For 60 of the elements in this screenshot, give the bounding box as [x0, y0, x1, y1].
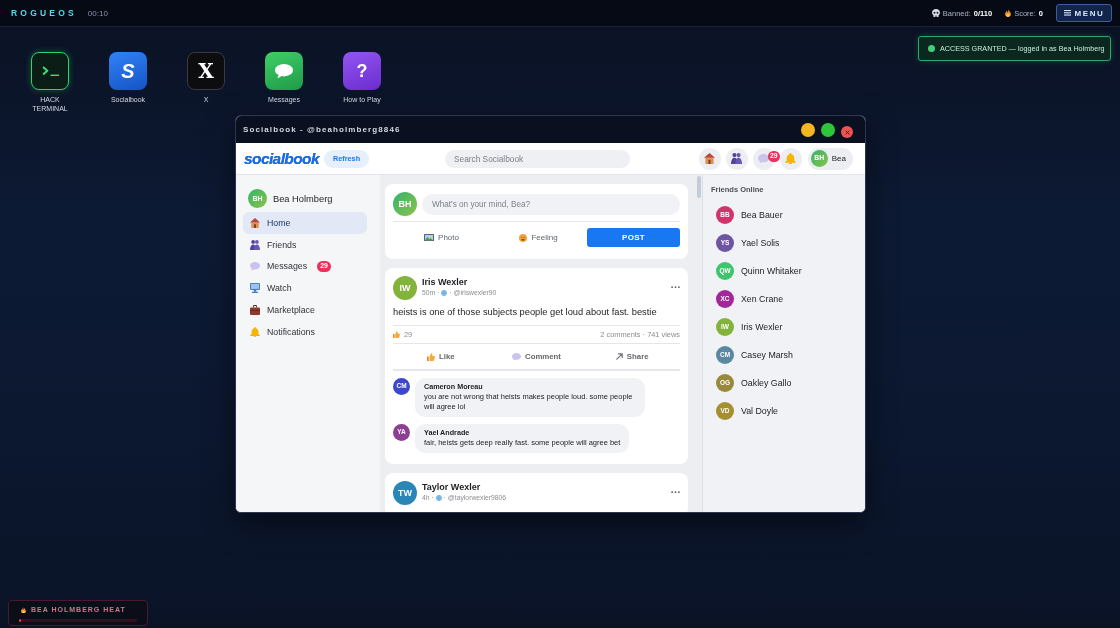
speech-bubble-icon — [250, 262, 260, 271]
post-button[interactable]: POST — [587, 228, 680, 247]
sidebar-item[interactable]: Home — [243, 212, 367, 234]
speech-bubble-icon — [512, 352, 521, 361]
house-icon — [250, 217, 260, 228]
app-tile[interactable]: S — [109, 52, 147, 90]
author-name[interactable]: Iris Wexler — [422, 277, 468, 288]
avatar: BH — [393, 192, 417, 216]
socialbook-logo[interactable]: socialbook — [244, 149, 319, 168]
feeling-button[interactable]: Feeling — [490, 228, 587, 247]
speech-bubble-icon — [758, 153, 770, 164]
house-icon — [704, 153, 716, 164]
window-title: Socialbook - @beaholmberg8846 — [243, 125, 401, 134]
photo-icon — [424, 233, 435, 242]
bell-icon — [250, 326, 260, 338]
people-icon — [731, 153, 743, 164]
thumbs-up-icon — [427, 352, 436, 361]
flame-icon — [1005, 9, 1012, 17]
sidebar-item[interactable]: Notifications — [243, 321, 367, 343]
home-button[interactable] — [698, 147, 721, 170]
close-button[interactable] — [841, 126, 853, 138]
avatar: TW — [393, 481, 417, 505]
post-input[interactable]: What's on your mind, Bea? — [422, 193, 680, 215]
skull-icon — [931, 9, 940, 17]
maximize-button[interactable] — [821, 122, 835, 137]
sidebar-item[interactable]: Marketplace — [243, 299, 367, 321]
profile-name[interactable]: Bea Holmberg — [273, 193, 333, 204]
people-icon — [250, 239, 260, 250]
brand-name: ROGUEOS — [11, 8, 77, 18]
clock: 00:10 — [87, 8, 108, 18]
smiley-icon — [519, 233, 528, 242]
globe-icon — [441, 290, 448, 296]
tv-icon — [250, 283, 260, 294]
app-tile[interactable] — [31, 52, 69, 90]
sidebar-item[interactable]: Watch — [243, 277, 367, 300]
sidebar-item[interactable]: Friends — [243, 233, 367, 256]
menu-icon — [1063, 10, 1071, 16]
post-text: heists is one of those subjects people get loud about fast. bestie — [393, 307, 657, 318]
more-options-icon[interactable] — [671, 286, 680, 289]
close-icon — [844, 129, 850, 135]
avatar: IW — [393, 276, 417, 300]
briefcase-icon — [250, 305, 260, 316]
minimize-button[interactable] — [801, 122, 815, 137]
app-tile[interactable]: X — [187, 52, 225, 90]
globe-icon — [435, 495, 442, 501]
friends-button[interactable] — [725, 147, 748, 170]
thumbs-up-icon — [393, 331, 400, 338]
app-tile[interactable]: ? — [343, 52, 381, 90]
search-field[interactable]: Search Socialbook — [445, 149, 630, 168]
status-dot-icon — [928, 45, 935, 52]
photo-button[interactable]: Photo — [393, 228, 490, 247]
app-tile[interactable] — [265, 52, 303, 90]
flame-icon — [21, 606, 26, 614]
author-name[interactable]: Taylor Wexler — [422, 482, 481, 493]
bell-icon — [785, 152, 797, 165]
share-arrow-icon — [615, 353, 623, 360]
terminal-prompt-icon — [41, 65, 59, 77]
menu-button[interactable]: MENU — [1056, 4, 1112, 22]
speech-bubble-icon — [275, 63, 293, 79]
more-options-icon[interactable] — [671, 491, 680, 494]
